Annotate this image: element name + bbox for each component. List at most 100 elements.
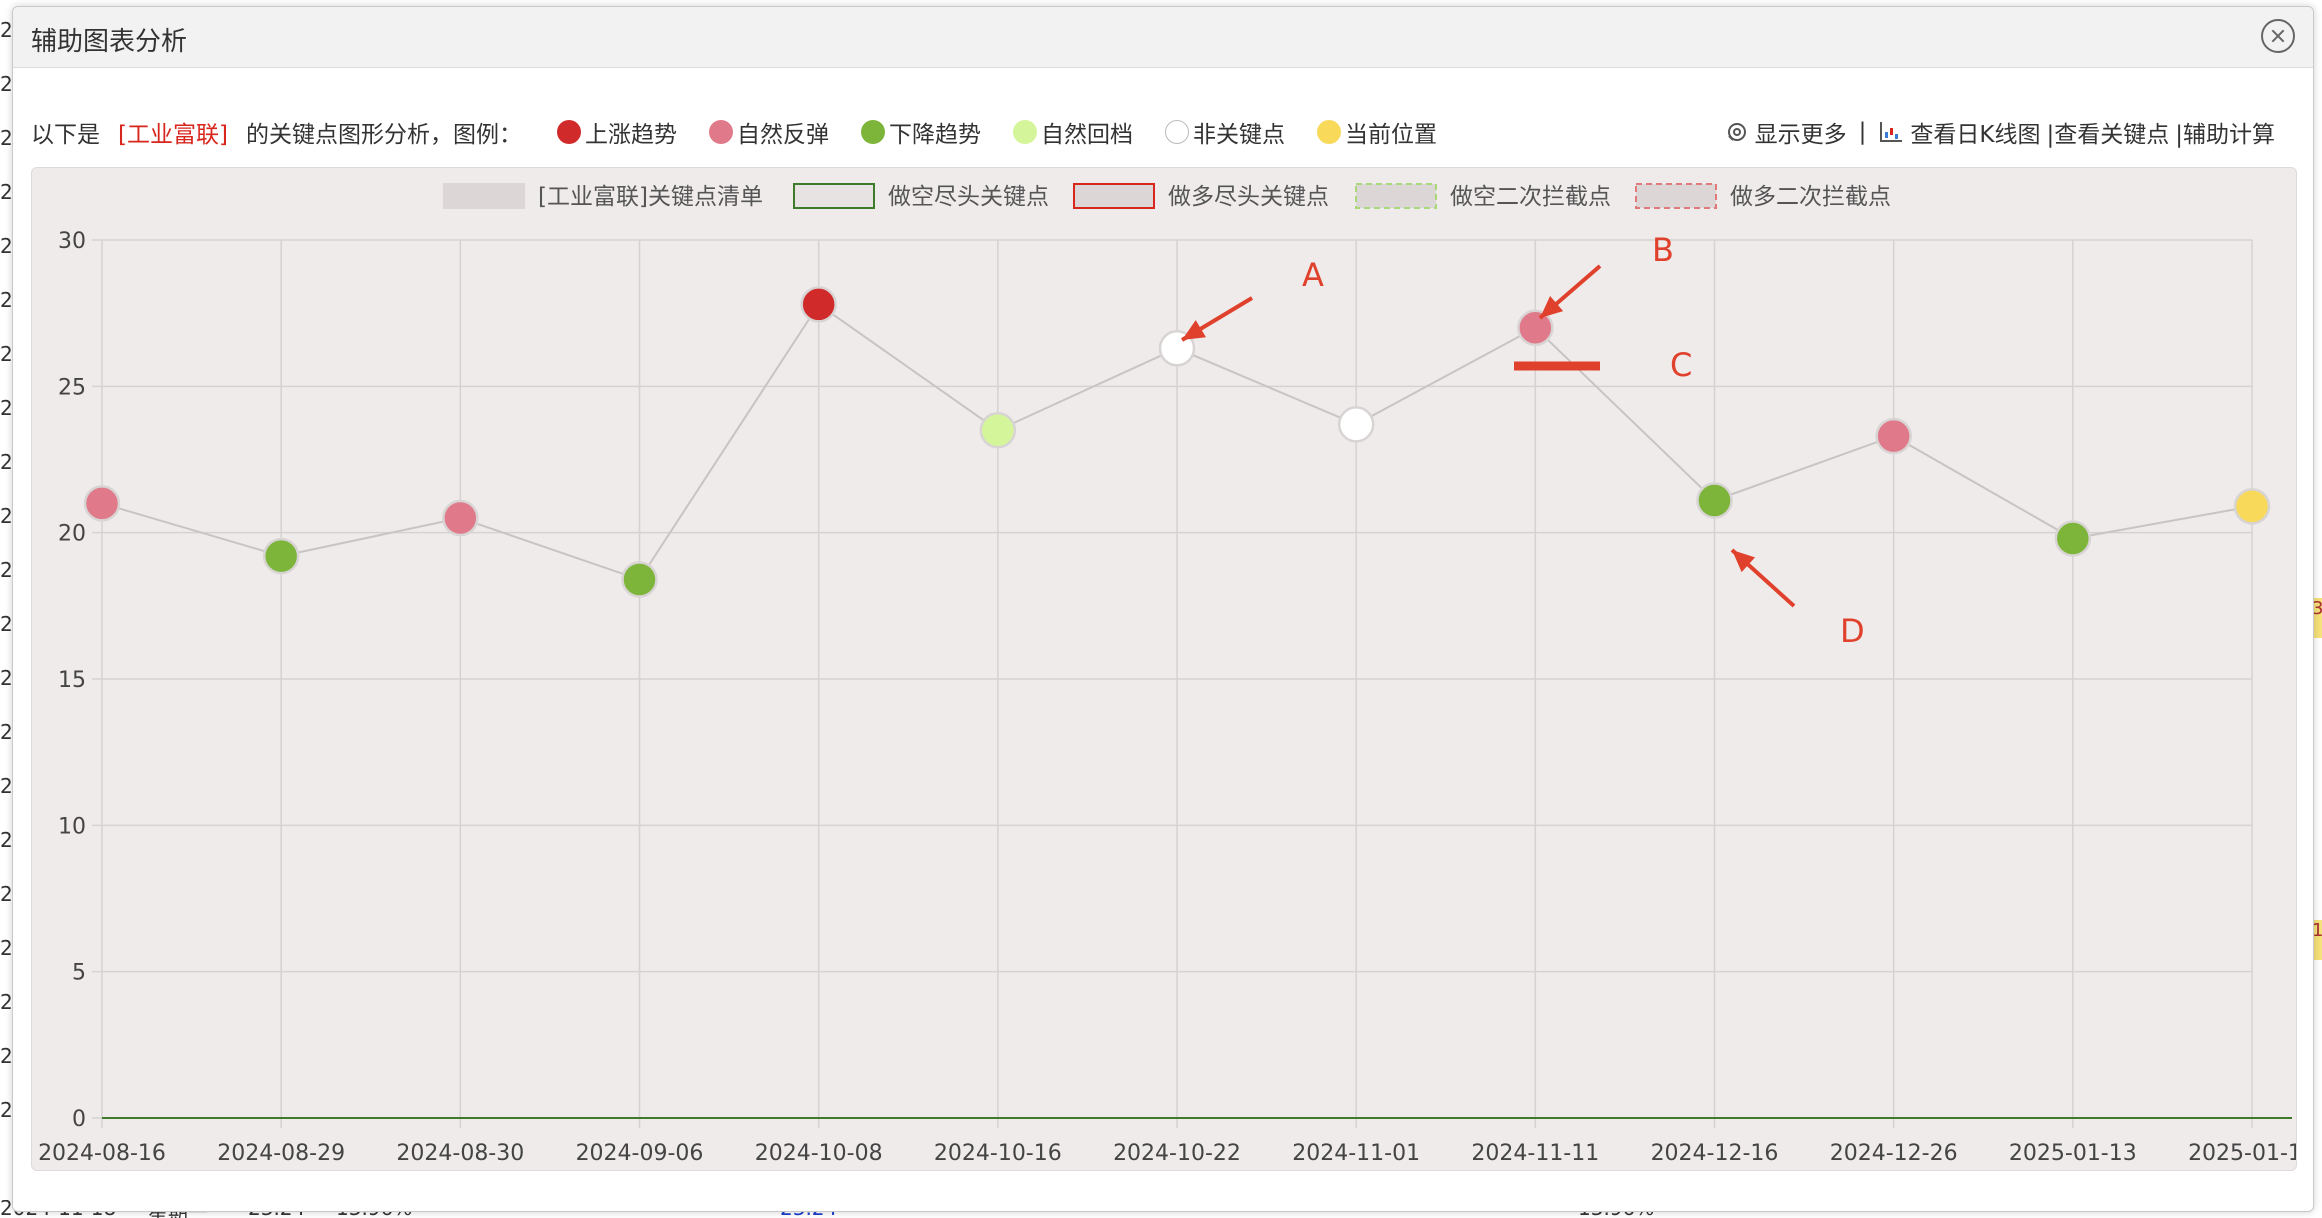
chart-legend-swatch (443, 183, 525, 209)
chart-legend-swatch (1635, 183, 1717, 209)
pink-dot-icon (709, 120, 733, 144)
show-more-link[interactable]: 显示更多 (1755, 115, 1847, 149)
y-tick-label: 5 (72, 961, 86, 986)
data-point (83, 485, 121, 522)
view-keypoints-link[interactable]: |查看关键点 (2047, 115, 2170, 149)
legend-downtrend: 下降趋势 (861, 115, 981, 149)
background-row-digit: 2 (0, 180, 13, 204)
background-row-digit: 2 (0, 342, 13, 366)
chart-legend-label: 做空尽头关键点 (888, 184, 1049, 210)
chart-analysis-dialog: 辅助图表分析 以下是 [工业富联] 的关键点图形分析，图例： 上涨趋势 自然反弹… (12, 6, 2316, 1212)
white-dot-icon (1165, 120, 1189, 144)
legend-label: 非关键点 (1193, 122, 1285, 148)
data-point (1875, 417, 1912, 455)
legend-label: 自然反弹 (737, 122, 829, 148)
kline-chart-icon (1880, 122, 1903, 142)
legend-natural-pullback: 自然回档 (1013, 115, 1133, 149)
annotation-label: C (1670, 346, 1692, 384)
data-point (2233, 488, 2271, 525)
background-row-digit: 2 (0, 882, 13, 906)
intro-legend-bar: 以下是 [工业富联] 的关键点图形分析，图例： 上涨趋势 自然反弹 下降趋势 自… (31, 115, 2301, 151)
x-tick-label: 2024-10-22 (1113, 1141, 1241, 1166)
data-point (1337, 406, 1375, 443)
y-tick-label: 0 (72, 1107, 86, 1132)
y-tick-label: 25 (58, 375, 86, 400)
intro-text: 以下是 [工业富联] 的关键点图形分析，图例： (31, 115, 522, 149)
x-tick-label: 2024-09-06 (576, 1141, 704, 1166)
legend-label: 当前位置 (1345, 122, 1437, 148)
intro-suffix: 的关键点图形分析，图例： (245, 122, 522, 148)
background-row-digit: 2 (0, 936, 13, 960)
background-row-digit: 2 (0, 450, 13, 474)
background-row-digit: 2 (0, 18, 13, 42)
background-row-digit: 2 (0, 396, 13, 420)
annotation-label: A (1302, 256, 1324, 294)
background-row-digit: 2 (0, 126, 13, 150)
legend-uptrend: 上涨趋势 (557, 115, 677, 149)
keypoint-line-chart: 0 5 10 15 20 25 30 2024-08-16 2024-08-29 2024-08-… (38, 183, 2316, 1166)
view-kline-link[interactable]: 查看日K线图 (1910, 115, 2040, 149)
eye-icon (1727, 123, 1746, 141)
data-point (442, 499, 479, 537)
background-row-digit: 2 (0, 1044, 13, 1068)
stock-name: [工业富联] (118, 122, 228, 148)
x-tick-label: 2025-01-16 (2188, 1141, 2296, 1166)
background-row-digit: 2 (0, 72, 13, 96)
chart-legend-label: 做多二次拦截点 (1730, 184, 1891, 210)
x-tick-label: 2024-10-08 (755, 1141, 883, 1166)
chart-legend-swatch (1073, 183, 1155, 209)
background-row-digit: 2 (0, 1098, 13, 1122)
data-point (979, 411, 1017, 449)
background-row-digit: 2 (0, 666, 13, 690)
x-tick-label: 2024-08-16 (38, 1141, 166, 1166)
chart-legend-swatch (1355, 183, 1437, 209)
yellow-dot-icon (1317, 120, 1341, 144)
background-row-digit: 2 (0, 558, 13, 582)
legend-non-key-point: 非关键点 (1165, 115, 1285, 149)
intro-prefix: 以下是 (31, 122, 100, 148)
y-tick-label: 15 (58, 668, 86, 693)
green-dot-icon (861, 120, 885, 144)
assist-calc-link[interactable]: |辅助计算 (2175, 115, 2275, 149)
x-tick-label: 2025-01-13 (2009, 1141, 2137, 1166)
legend-natural-rebound: 自然反弹 (709, 115, 829, 149)
chart-legend-label: 做多尽头关键点 (1168, 184, 1329, 210)
x-tick-label: 2024-10-16 (934, 1141, 1062, 1166)
background-row-digit: 2 (0, 612, 13, 636)
x-tick-label: 2024-11-01 (1292, 1141, 1420, 1166)
data-point (1517, 309, 1554, 347)
legend-label: 自然回档 (1041, 122, 1133, 148)
toolbar-links: 显示更多 | 查看日K线图 |查看关键点 |辅助计算 (1725, 115, 2275, 149)
x-tick-label: 2024-12-26 (1830, 1141, 1958, 1166)
chart-legend-swatch (793, 183, 875, 209)
legend-label: 上涨趋势 (585, 122, 677, 148)
dialog-title: 辅助图表分析 (31, 27, 188, 57)
legend-label: 下降趋势 (889, 122, 981, 148)
background-row-digit: 2 (0, 288, 13, 312)
close-icon[interactable] (2261, 19, 2295, 53)
data-point (1696, 482, 1733, 519)
chart-legend-label: 做空二次拦截点 (1450, 184, 1611, 210)
x-tick-label: 2024-08-30 (396, 1141, 524, 1166)
chart-legend-label: [工业富联]关键点清单 (538, 184, 763, 210)
red-dot-icon (557, 120, 581, 144)
annotation-label: B (1652, 231, 1674, 269)
background-row-digit: 2 (0, 990, 13, 1014)
dialog-titlebar: 辅助图表分析 (13, 7, 2313, 68)
y-tick-label: 10 (58, 814, 86, 839)
data-point (2054, 520, 2092, 557)
annotation-label: D (1840, 612, 1865, 650)
data-point (262, 537, 300, 575)
data-point (800, 286, 837, 323)
background-row-digit: 2 (0, 774, 13, 798)
background-row-digit: 2 (0, 234, 13, 258)
separator: | (1858, 119, 1867, 145)
legend-current-position: 当前位置 (1317, 115, 1437, 149)
chart-area: 0 5 10 15 20 25 30 2024-08-16 2024-08-29 2024-08-… (31, 167, 2316, 1171)
y-tick-label: 30 (58, 229, 86, 254)
y-tick-label: 20 (58, 522, 86, 547)
x-tick-label: 2024-12-16 (1651, 1141, 1779, 1166)
background-row-digit: 2 (0, 504, 13, 528)
background-row-digit: 2 (0, 720, 13, 744)
x-tick-label: 2024-08-29 (217, 1141, 345, 1166)
